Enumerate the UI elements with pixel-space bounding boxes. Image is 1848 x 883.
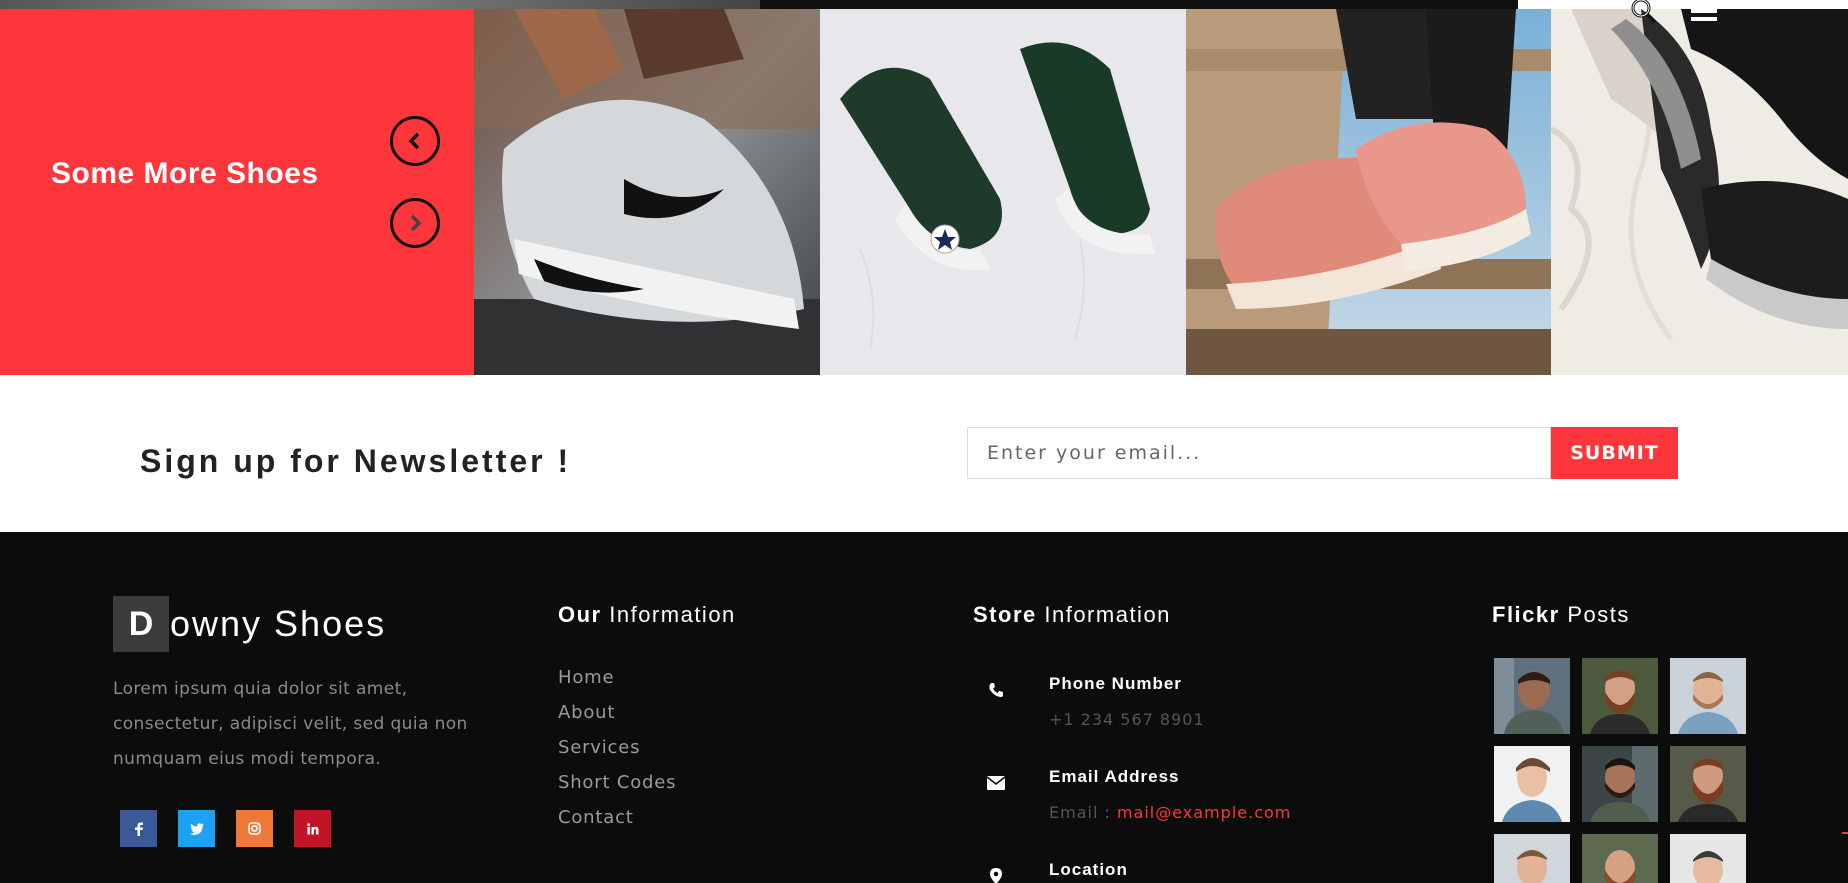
email-label: Email Address [1049, 767, 1180, 786]
hero-panel: Some More Shoes [0, 9, 474, 375]
info-links: Home About Services Short Codes Contact [558, 660, 676, 835]
map-pin-icon [984, 864, 1008, 883]
flickr-thumb[interactable] [1582, 658, 1658, 734]
flickr-posts-title-bold: Flickr [1492, 602, 1560, 627]
instagram-icon[interactable] [236, 810, 273, 847]
location-label: Location [1049, 860, 1128, 879]
hero-title: Some More Shoes [51, 157, 319, 190]
flickr-posts-title-rest: Posts [1559, 602, 1630, 627]
flickr-thumb[interactable] [1494, 746, 1570, 822]
our-information-title: Our Information [558, 602, 736, 628]
flickr-posts-title: Flickr Posts [1492, 602, 1630, 628]
newsletter-form: SUBMIT [967, 427, 1678, 479]
footer-link-short-codes[interactable]: Short Codes [558, 765, 676, 800]
phone-icon [984, 678, 1008, 702]
chevron-left-icon [408, 132, 420, 150]
page: Some More Shoes Sign up for Newsletter !… [0, 0, 1848, 883]
store-information-title: Store Information [973, 602, 1171, 628]
flickr-thumb[interactable] [1670, 746, 1746, 822]
shoe-image-converse[interactable] [820, 9, 1186, 375]
facebook-icon[interactable] [120, 810, 157, 847]
top-strip [0, 0, 1848, 9]
footer-link-home[interactable]: Home [558, 660, 676, 695]
flickr-thumb[interactable] [1582, 746, 1658, 822]
brand-initial: D [113, 596, 169, 652]
flickr-grid [1494, 658, 1746, 883]
scroll-indicator [1842, 832, 1848, 834]
shoe-image-pink-sneaker[interactable] [1186, 9, 1551, 375]
header-icons [1630, 0, 1718, 24]
email-link[interactable]: mail@example.com [1117, 803, 1291, 822]
hamburger-menu-icon[interactable] [1690, 0, 1718, 24]
search-icon[interactable] [1630, 0, 1658, 24]
shoe-image-gray-sneaker[interactable] [474, 9, 820, 375]
email-prefix: Email : [1049, 803, 1117, 822]
envelope-icon [984, 771, 1008, 795]
store-information-title-rest: Information [1036, 602, 1171, 627]
twitter-icon[interactable] [178, 810, 215, 847]
hero-carousel: Some More Shoes [0, 9, 1848, 375]
footer-link-contact[interactable]: Contact [558, 800, 676, 835]
email-value: Email : mail@example.com [1049, 803, 1291, 822]
shoe-image-black-sandals[interactable] [1551, 9, 1848, 375]
newsletter-section: Sign up for Newsletter ! SUBMIT [0, 375, 1848, 532]
our-information-title-bold: Our [558, 602, 602, 627]
footer-link-services[interactable]: Services [558, 730, 676, 765]
footer: D owny Shoes Lorem ipsum quia dolor sit … [0, 532, 1848, 883]
brand-logo[interactable]: D owny Shoes [113, 596, 386, 652]
email-input[interactable] [967, 427, 1551, 479]
flickr-thumb[interactable] [1670, 834, 1746, 883]
linkedin-icon[interactable] [294, 810, 331, 847]
our-information-title-rest: Information [601, 602, 736, 627]
phone-value: +1 234 567 8901 [1049, 710, 1205, 729]
flickr-thumb[interactable] [1670, 658, 1746, 734]
carousel-next-button[interactable] [390, 198, 440, 248]
top-banner-image-edge [0, 0, 760, 9]
brand-name: owny Shoes [170, 603, 387, 644]
about-text: Lorem ipsum quia dolor sit amet, consect… [113, 679, 468, 769]
social-links [120, 810, 331, 847]
flickr-thumb[interactable] [1582, 834, 1658, 883]
carousel-prev-button[interactable] [390, 116, 440, 166]
submit-button[interactable]: SUBMIT [1551, 427, 1678, 479]
footer-link-about[interactable]: About [558, 695, 676, 730]
phone-label: Phone Number [1049, 674, 1182, 693]
newsletter-title: Sign up for Newsletter ! [140, 443, 572, 479]
flickr-thumb[interactable] [1494, 834, 1570, 883]
store-information-title-bold: Store [973, 602, 1037, 627]
chevron-right-icon [410, 214, 422, 232]
flickr-thumb[interactable] [1494, 658, 1570, 734]
